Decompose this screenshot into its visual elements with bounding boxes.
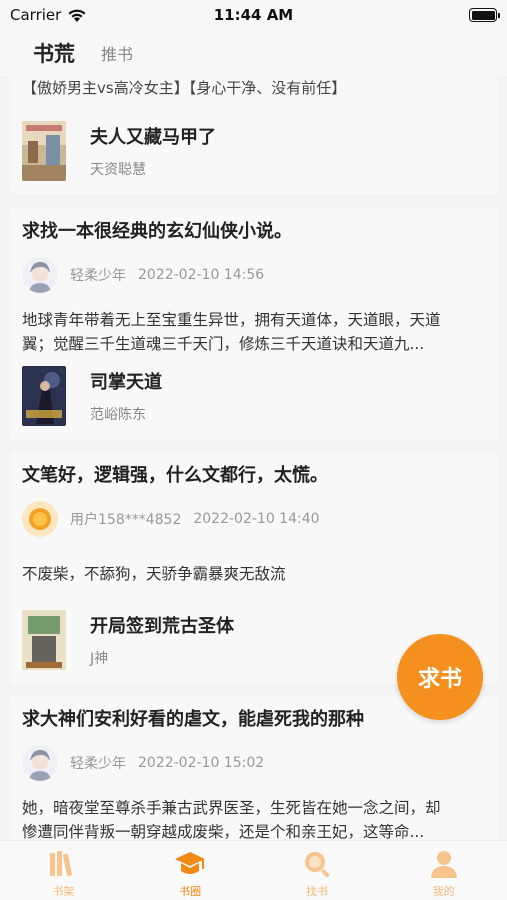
- post-title: 文笔好，逻辑强，什么文都行，太慌。: [22, 465, 328, 486]
- post-description: 不废柴，不舔狗，天骄争霸暴爽无敌流: [22, 562, 492, 586]
- post-card[interactable]: 求找一本很经典的玄幻仙侠小说。 轻柔少年 2022-02-10 14:56 地球…: [9, 208, 498, 440]
- post-description-line: 不废柴，不舔狗，天骄争霸暴爽无敌流: [22, 565, 286, 583]
- book-recommendation[interactable]: 夫人又藏马甲了 天资聪慧: [22, 121, 216, 181]
- book-author: 天资聪慧: [90, 162, 146, 178]
- graduation-cap-icon: [174, 848, 206, 880]
- post-username[interactable]: 用户158***4852: [70, 509, 181, 529]
- avatar[interactable]: [22, 501, 58, 537]
- book-cover: [22, 610, 66, 670]
- book-cover: [22, 366, 66, 426]
- book-title: 司掌天道: [90, 372, 162, 393]
- post-description-line: 她，暗夜堂至尊杀手兼古武界医圣，生死皆在她一念之间，却: [22, 799, 441, 817]
- book-author: J神: [90, 651, 109, 667]
- profile-icon: [428, 848, 460, 880]
- post-description-line: 翼；觉醒三千生道魂三千天门，修炼三千天道诀和天道九...: [22, 335, 425, 353]
- book-recommendation[interactable]: 开局签到荒古圣体 J神: [22, 610, 234, 670]
- post-meta: 用户158***4852 2022-02-10 14:40: [22, 501, 320, 537]
- search-icon: [301, 848, 333, 880]
- post-card[interactable]: 【傲娇男主vs高冷女主】【身心干净、没有前任】 夫人又藏马甲了 天资聪慧: [9, 76, 498, 194]
- post-description: 她，暗夜堂至尊杀手兼古武界医圣，生死皆在她一念之间，却 惨遭同伴背叛一朝穿越成废…: [22, 796, 492, 840]
- tab-shuhuang[interactable]: 书荒: [33, 38, 75, 68]
- post-username[interactable]: 轻柔少年: [70, 753, 126, 773]
- nav-item-circle[interactable]: 书圈: [127, 841, 254, 900]
- nav-label: 我的: [432, 885, 455, 898]
- avatar[interactable]: [22, 745, 58, 781]
- request-book-button[interactable]: 求书: [397, 634, 483, 720]
- book-title: 夫人又藏马甲了: [90, 127, 216, 148]
- post-card[interactable]: 求大神们安利好看的虐文，能虐死我的那种 轻柔少年 2022-02-10 15:0…: [9, 696, 498, 840]
- post-description: 【傲娇男主vs高冷女主】【身心干净、没有前任】: [22, 79, 347, 97]
- post-title: 求大神们安利好看的虐文，能虐死我的那种: [22, 709, 364, 730]
- nav-item-find-books[interactable]: 找书: [254, 841, 381, 900]
- book-recommendation[interactable]: 司掌天道 范峪陈东: [22, 366, 162, 426]
- status-left: Carrier: [10, 6, 87, 24]
- nav-item-bookshelf[interactable]: 书架: [0, 841, 127, 900]
- book-author: 范峪陈东: [90, 407, 146, 423]
- post-description-line: 惨遭同伴背叛一朝穿越成废柴，还是个和亲王妃，这等命...: [22, 823, 425, 840]
- nav-item-profile[interactable]: 我的: [380, 841, 507, 900]
- bottom-nav: 书架 书圈 找书 我的: [0, 840, 507, 900]
- post-time: 2022-02-10 15:02: [138, 755, 265, 771]
- battery-icon: [469, 8, 500, 22]
- post-time: 2022-02-10 14:56: [138, 267, 265, 283]
- nav-label: 书架: [52, 885, 75, 898]
- post-meta: 轻柔少年 2022-02-10 14:56: [22, 257, 264, 293]
- status-bar: Carrier 11:44 AM: [0, 0, 507, 30]
- book-title: 开局签到荒古圣体: [90, 616, 234, 637]
- post-feed[interactable]: 【傲娇男主vs高冷女主】【身心干净、没有前任】 夫人又藏马甲了 天资聪慧 求找一…: [0, 76, 507, 840]
- post-description-line: 地球青年带着无上至宝重生异世，拥有天道体，天道眼，天道: [22, 311, 441, 329]
- post-username[interactable]: 轻柔少年: [70, 265, 126, 285]
- post-title: 求找一本很经典的玄幻仙侠小说。: [22, 221, 292, 242]
- post-description: 地球青年带着无上至宝重生异世，拥有天道体，天道眼，天道 翼；觉醒三千生道魂三千天…: [22, 308, 492, 356]
- top-tabs: 书荒 推书: [0, 30, 507, 76]
- nav-label: 书圈: [179, 885, 202, 898]
- avatar[interactable]: [22, 257, 58, 293]
- post-meta: 轻柔少年 2022-02-10 15:02: [22, 745, 264, 781]
- post-time: 2022-02-10 14:40: [193, 511, 320, 527]
- book-cover: [22, 121, 66, 181]
- nav-label: 找书: [305, 885, 328, 898]
- tab-tuishu[interactable]: 推书: [101, 41, 133, 65]
- wifi-icon: [68, 9, 86, 22]
- carrier-label: Carrier: [10, 6, 62, 24]
- bookshelf-icon: [47, 848, 79, 880]
